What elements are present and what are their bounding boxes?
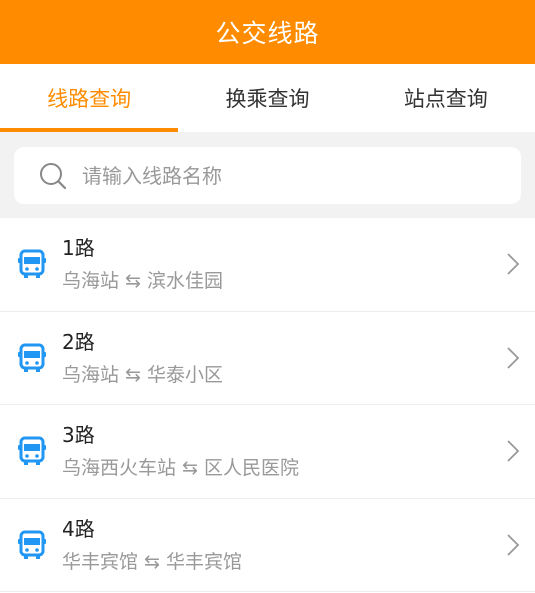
route-end: 华丰宾馆 bbox=[165, 550, 242, 573]
tab-transfer-query[interactable]: 换乘查询 bbox=[178, 64, 356, 132]
route-stops: 华丰宾馆 ⇆ 华丰宾馆 bbox=[62, 549, 503, 575]
route-start: 乌海站 bbox=[62, 363, 120, 386]
search-box[interactable] bbox=[14, 147, 521, 204]
list-item[interactable]: 3路 乌海西火车站 ⇆ 区人民医院 bbox=[0, 405, 535, 499]
chevron-right-icon bbox=[503, 250, 523, 278]
list-item[interactable]: 4路 华丰宾馆 ⇆ 华丰宾馆 bbox=[0, 499, 535, 592]
route-end: 华泰小区 bbox=[146, 363, 223, 386]
route-end: 滨水佳园 bbox=[146, 270, 223, 293]
route-text: 4路 华丰宾馆 ⇆ 华丰宾馆 bbox=[62, 515, 503, 575]
route-text: 3路 乌海西火车站 ⇆ 区人民医院 bbox=[62, 421, 503, 481]
route-text: 1路 乌海站 ⇆ 滨水佳园 bbox=[62, 234, 503, 294]
list-item[interactable]: 2路 乌海站 ⇆ 华泰小区 bbox=[0, 312, 535, 405]
page-title: 公交线路 bbox=[215, 19, 320, 48]
app-header: 公交线路 bbox=[0, 0, 535, 64]
route-name: 2路 bbox=[62, 329, 95, 354]
swap-arrows-icon: ⇆ bbox=[125, 270, 141, 293]
search-input[interactable] bbox=[82, 163, 521, 188]
bus-icon bbox=[18, 436, 46, 466]
search-area bbox=[0, 132, 535, 218]
tab-bar: 线路查询 换乘查询 站点查询 bbox=[0, 64, 535, 132]
route-list: 1路 乌海站 ⇆ 滨水佳园 2路 乌海站 ⇆ 华泰小区 3路 乌海西火车站 ⇆ … bbox=[0, 218, 535, 592]
route-stops: 乌海站 ⇆ 华泰小区 bbox=[62, 362, 503, 388]
route-name: 4路 bbox=[62, 516, 95, 541]
bus-icon bbox=[18, 249, 46, 279]
chevron-right-icon bbox=[503, 531, 523, 559]
swap-arrows-icon: ⇆ bbox=[125, 363, 141, 386]
route-name: 1路 bbox=[62, 236, 95, 261]
route-start: 华丰宾馆 bbox=[62, 550, 139, 573]
swap-arrows-icon: ⇆ bbox=[144, 550, 160, 573]
tab-stop-query[interactable]: 站点查询 bbox=[357, 64, 535, 132]
chevron-right-icon bbox=[503, 344, 523, 372]
search-icon bbox=[38, 161, 68, 191]
route-name: 3路 bbox=[62, 423, 95, 448]
route-start: 乌海西火车站 bbox=[62, 457, 177, 480]
bus-icon bbox=[18, 530, 46, 560]
route-stops: 乌海站 ⇆ 滨水佳园 bbox=[62, 268, 503, 294]
route-end: 区人民医院 bbox=[203, 457, 299, 480]
route-text: 2路 乌海站 ⇆ 华泰小区 bbox=[62, 328, 503, 388]
chevron-right-icon bbox=[503, 437, 523, 465]
route-stops: 乌海西火车站 ⇆ 区人民医院 bbox=[62, 455, 503, 481]
swap-arrows-icon: ⇆ bbox=[182, 457, 198, 480]
list-item[interactable]: 1路 乌海站 ⇆ 滨水佳园 bbox=[0, 218, 535, 312]
tab-route-query[interactable]: 线路查询 bbox=[0, 64, 179, 132]
bus-icon bbox=[18, 343, 46, 373]
route-start: 乌海站 bbox=[62, 270, 120, 293]
